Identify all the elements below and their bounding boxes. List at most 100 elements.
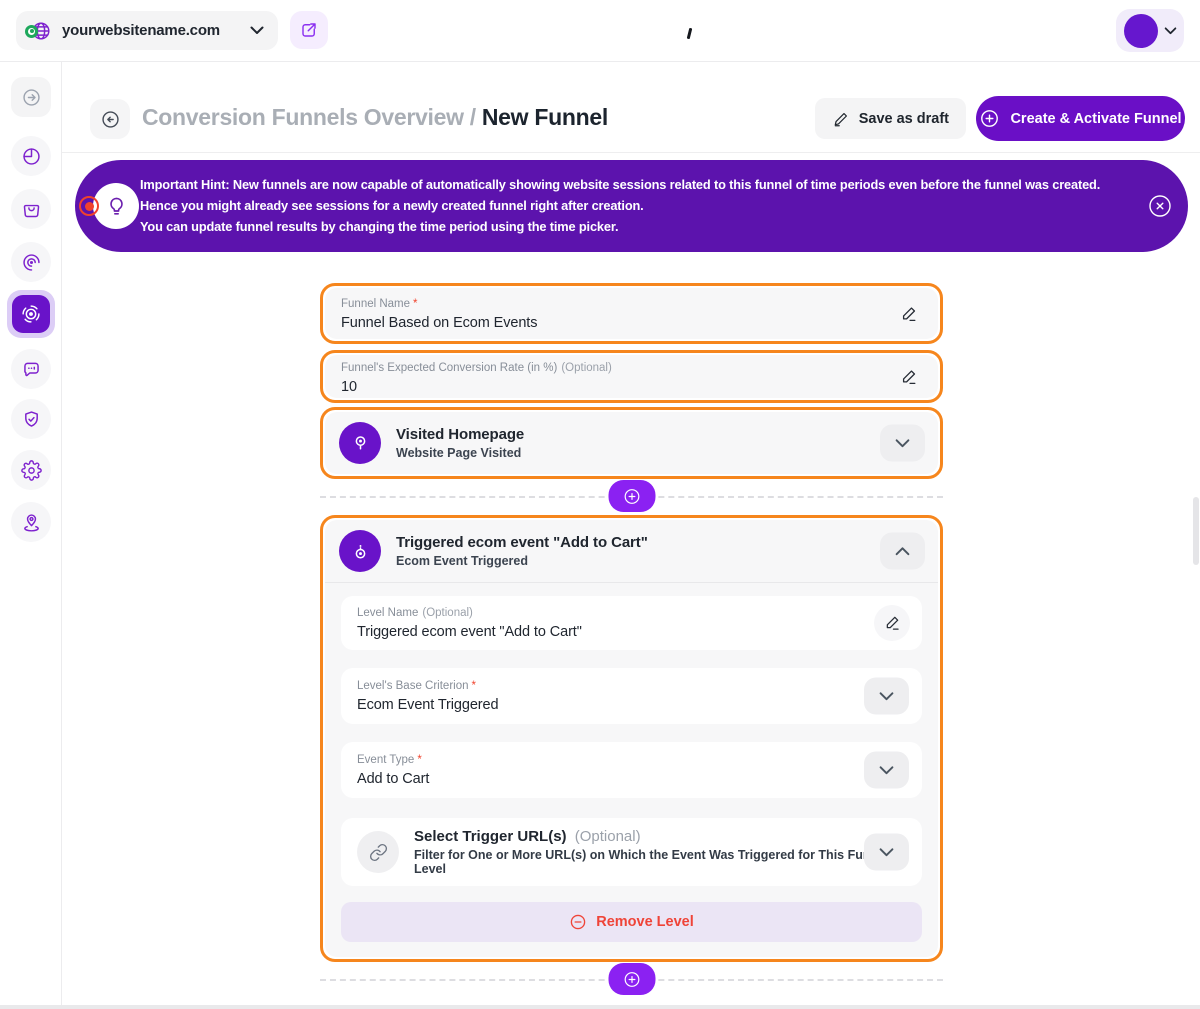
back-button[interactable]: [90, 99, 130, 139]
add-level-button[interactable]: [608, 963, 655, 995]
collapse-level-button[interactable]: [880, 533, 925, 570]
back-arrow-icon: [100, 109, 121, 130]
avatar: [1124, 14, 1158, 48]
level-card-visited-homepage[interactable]: Visited Homepage Website Page Visited: [325, 412, 938, 474]
chevron-down-icon: [879, 765, 894, 775]
breadcrumb-parent: Conversion Funnels Overview /: [142, 104, 476, 130]
annotation-box-funnel-name: Funnel Name* Funnel Based on Ecom Events: [320, 283, 943, 344]
page-visited-badge: [339, 422, 381, 464]
page-pin-icon: [349, 432, 372, 455]
sidebar-item-locations[interactable]: [11, 502, 51, 542]
ecom-event-badge: [339, 530, 381, 572]
globe-icon: [30, 20, 52, 42]
remove-level-label: Remove Level: [596, 914, 694, 930]
sidebar-item-ecommerce[interactable]: [11, 189, 51, 229]
edit-icon[interactable]: [898, 366, 919, 387]
trigger-urls-texts: Select Trigger URL(s) (Optional) Filter …: [414, 828, 906, 876]
level-name-field[interactable]: Level Name(Optional) Triggered ecom even…: [341, 596, 922, 650]
base-criterion-dropdown-button[interactable]: [864, 678, 909, 715]
event-type-field[interactable]: Event Type* Add to Cart: [341, 742, 922, 798]
conversion-rate-label: Funnel's Expected Conversion Rate (in %)…: [341, 361, 922, 375]
feedback-chat-icon: [21, 359, 42, 380]
chevron-down-icon: [250, 26, 264, 35]
event-type-dropdown-button[interactable]: [864, 752, 909, 789]
important-hint-banner: Important Hint: New funnels are now capa…: [75, 160, 1188, 252]
hint-line-3: You can update funnel results by changin…: [140, 216, 1100, 237]
save-as-draft-label: Save as draft: [859, 111, 949, 127]
sidebar-item-sessions[interactable]: [11, 242, 51, 282]
main-content: Conversion Funnels Overview /New Funnel …: [62, 62, 1200, 1009]
open-external-button[interactable]: [290, 11, 328, 49]
required-asterisk: *: [417, 754, 421, 766]
sidebar-nav: [0, 62, 62, 1009]
banner-close-button[interactable]: [1148, 194, 1172, 218]
lightbulb-icon: [104, 194, 129, 219]
remove-level-button[interactable]: Remove Level: [341, 902, 922, 942]
bottom-scrollbar-track: [0, 1005, 1200, 1009]
locations-pin-icon: [21, 512, 42, 533]
topbar: yourwebsitename.com: [0, 0, 1200, 62]
create-activate-funnel-label: Create & Activate Funnel: [1010, 111, 1181, 127]
level-header[interactable]: Triggered ecom event "Add to Cart" Ecom …: [325, 520, 938, 582]
required-asterisk: *: [472, 680, 476, 692]
chevron-down-icon: [895, 438, 910, 448]
annotation-box-level-ecom: Triggered ecom event "Add to Cart" Ecom …: [320, 515, 943, 962]
event-type-value: Add to Cart: [357, 770, 906, 789]
record-dot-icon: [79, 196, 99, 216]
create-activate-funnel-button[interactable]: Create & Activate Funnel: [976, 96, 1185, 141]
conversion-rate-field[interactable]: Funnel's Expected Conversion Rate (in %)…: [325, 355, 938, 398]
plus-circle-icon: [622, 487, 641, 506]
base-criterion-field[interactable]: Level's Base Criterion* Ecom Event Trigg…: [341, 668, 922, 724]
event-type-label: Event Type*: [357, 753, 906, 767]
external-link-icon: [300, 21, 318, 39]
optional-tag: (Optional): [575, 828, 641, 845]
level-subtitle: Ecom Event Triggered: [396, 554, 648, 568]
sidebar-item-settings[interactable]: [11, 450, 51, 490]
funnel-name-field[interactable]: Funnel Name* Funnel Based on Ecom Events: [325, 288, 938, 339]
vertical-scrollbar-thumb[interactable]: [1193, 497, 1199, 565]
trigger-urls-field[interactable]: Select Trigger URL(s) (Optional) Filter …: [341, 818, 922, 886]
add-level-button[interactable]: [608, 480, 655, 512]
pencil-icon: [832, 110, 850, 128]
save-as-draft-button[interactable]: Save as draft: [815, 98, 966, 139]
edit-icon[interactable]: [898, 303, 919, 324]
hint-line-1: Important Hint: New funnels are now capa…: [140, 174, 1100, 195]
site-selector[interactable]: yourwebsitename.com: [16, 11, 278, 50]
sidebar-item-nav-toggle[interactable]: [11, 77, 51, 117]
conversion-rate-value: 10: [341, 378, 922, 397]
plus-circle-icon: [622, 970, 641, 989]
add-level-divider: [320, 479, 943, 515]
required-asterisk: *: [413, 298, 417, 310]
add-level-divider-bottom: [320, 962, 943, 998]
account-menu[interactable]: [1116, 9, 1184, 52]
close-icon: [1148, 194, 1172, 218]
breadcrumb-current: New Funnel: [482, 104, 608, 130]
expand-level-button[interactable]: [880, 425, 925, 462]
annotation-box-level-visited: Visited Homepage Website Page Visited: [320, 407, 943, 479]
base-criterion-value: Ecom Event Triggered: [357, 696, 906, 715]
hint-text: Important Hint: New funnels are now capa…: [140, 174, 1100, 237]
active-item-background: [12, 295, 50, 333]
chevron-down-icon: [879, 847, 894, 857]
funnels-target-icon: [20, 303, 42, 325]
sidebar-item-analytics[interactable]: [11, 136, 51, 176]
ecommerce-bag-icon: [21, 199, 42, 220]
sidebar-item-privacy[interactable]: [11, 399, 51, 439]
site-name: yourwebsitename.com: [62, 22, 220, 39]
trigger-urls-dropdown-button[interactable]: [864, 834, 909, 871]
trigger-urls-title: Select Trigger URL(s) (Optional): [414, 828, 906, 845]
event-trigger-icon: [349, 540, 372, 563]
settings-gear-icon: [21, 460, 42, 481]
edit-icon[interactable]: [874, 605, 910, 641]
sidebar-item-funnels-active[interactable]: [7, 290, 55, 338]
plus-circle-icon: [979, 108, 1000, 129]
funnel-form: Funnel Name* Funnel Based on Ecom Events…: [320, 283, 943, 998]
page-title: Conversion Funnels Overview /New Funnel: [142, 104, 608, 131]
nav-collapse-icon: [21, 87, 42, 108]
chevron-down-icon: [879, 691, 894, 701]
privacy-shield-icon: [21, 409, 42, 430]
hint-line-2: Hence you might already see sessions for…: [140, 195, 1100, 216]
sessions-spiral-icon: [21, 252, 42, 273]
sidebar-item-feedback[interactable]: [11, 349, 51, 389]
level-texts: Visited Homepage Website Page Visited: [396, 426, 524, 460]
